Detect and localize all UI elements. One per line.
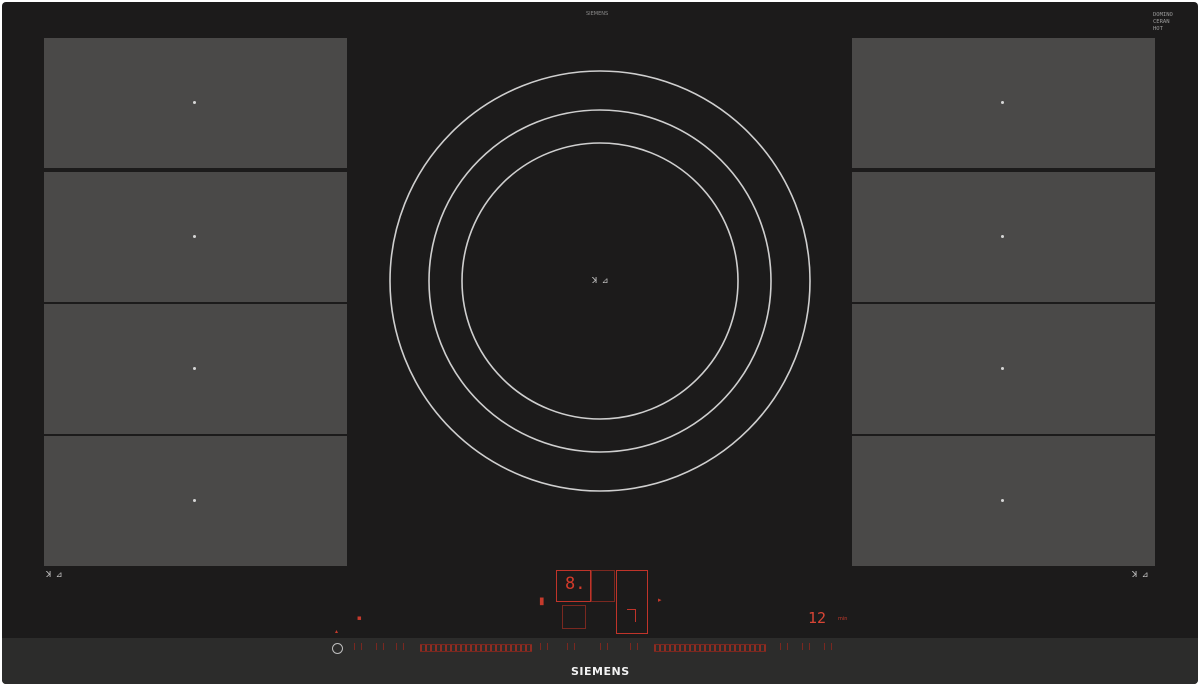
right-zone-3 [852,304,1155,434]
control-tick[interactable] [780,643,788,650]
boost-box[interactable] [616,570,648,634]
power-level-display: 8. [565,574,586,594]
zone-marker [193,367,196,370]
zone-marker [1001,367,1004,370]
center-zone-icon: ꓘ ⊿ [592,276,610,285]
keep-warm-box[interactable] [562,605,586,629]
zone-display-box[interactable]: 8. [556,570,591,602]
right-zone-4 [852,436,1155,566]
zone-marker [1001,101,1004,104]
left-zone-1 [44,38,347,168]
control-tick[interactable] [396,643,404,650]
control-tick[interactable] [824,643,832,650]
right-zone-1 [852,38,1155,168]
control-tick[interactable] [600,643,608,650]
zone-select-box[interactable] [591,570,615,602]
timer-unit: min [838,616,848,622]
zone-marker [193,101,196,104]
left-zone-4 [44,436,347,566]
control-tick[interactable] [630,643,638,650]
right-zone-2 [852,172,1155,302]
zone-marker [193,235,196,238]
badge-line-2: CERAN [1153,19,1170,25]
left-zone-indicator: ▪ [357,614,362,622]
control-tick[interactable] [802,643,810,650]
right-power-slider[interactable] [654,644,766,652]
control-tick[interactable] [376,643,384,650]
brand-logo: SIEMENS [571,665,630,678]
power-indicator: ▴ [335,628,339,635]
zone-marker [1001,235,1004,238]
zone-marker [1001,499,1004,502]
timer-display[interactable]: 12 [808,609,826,627]
left-flex-icon: ꓘ ⊿ [46,570,64,579]
badge-line-1: DOMINO [1153,12,1173,18]
boost-mark [627,609,636,622]
badge-line-3: HOT [1153,26,1163,32]
power-icon[interactable] [332,643,343,654]
right-flex-icon: ꓘ ⊿ [1132,570,1150,579]
induction-hob: SIEMENS DOMINO CERAN HOT ꓘ ⊿ ꓘ ⊿ ꓘ ⊿ 8. … [2,2,1198,684]
zone-marker [193,499,196,502]
left-indicator: ▮ [539,596,545,607]
control-tick[interactable] [354,643,362,650]
right-indicator: ▸ [658,596,662,604]
product-badge: DOMINO CERAN HOT [1153,12,1185,33]
top-label: SIEMENS [586,11,609,17]
control-tick[interactable] [567,643,575,650]
left-power-slider[interactable] [420,644,532,652]
left-zone-2 [44,172,347,302]
control-tick[interactable] [540,643,548,650]
left-zone-3 [44,304,347,434]
